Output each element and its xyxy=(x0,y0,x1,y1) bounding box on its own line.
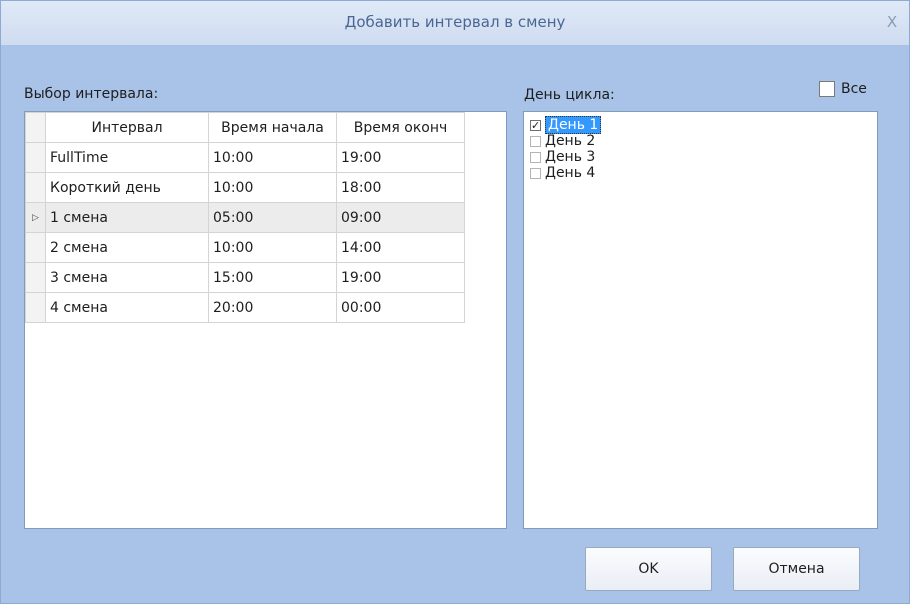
end-time-cell[interactable]: 19:00 xyxy=(336,142,465,173)
table-row[interactable]: 4 смена 20:00 00:00 xyxy=(25,292,465,323)
checkbox-box[interactable] xyxy=(530,151,541,163)
select-all-checkbox[interactable]: Все xyxy=(819,81,867,97)
checkmark-icon[interactable]: ✓ xyxy=(530,119,541,131)
row-indicator xyxy=(25,232,46,263)
row-indicator xyxy=(25,142,46,173)
table-row[interactable]: FullTime 10:00 19:00 xyxy=(25,142,465,173)
interval-cell[interactable]: 2 смена xyxy=(45,232,209,263)
row-indicator xyxy=(25,172,46,203)
ok-button[interactable]: OK xyxy=(585,547,712,591)
dialog-window: Добавить интервал в смену X Выбор интерв… xyxy=(0,0,910,604)
current-row-arrow-icon: ▷ xyxy=(25,202,46,233)
end-time-cell[interactable]: 14:00 xyxy=(336,232,465,263)
interval-cell[interactable]: 4 смена xyxy=(45,292,209,323)
checkbox-box[interactable] xyxy=(530,135,541,147)
list-item-label[interactable]: День 1 xyxy=(545,116,602,134)
list-item-label[interactable]: День 4 xyxy=(545,165,595,181)
list-item[interactable]: День 3 xyxy=(530,149,877,165)
close-button[interactable]: X xyxy=(881,11,903,33)
dialog-title: Добавить интервал в смену xyxy=(344,13,566,31)
table-row[interactable]: Короткий день 10:00 18:00 xyxy=(25,172,465,203)
column-header-end-time[interactable]: Время оконч xyxy=(336,112,465,143)
checkbox-box[interactable] xyxy=(819,81,835,97)
grid-header-row: Интервал Время начала Время оконч xyxy=(25,112,465,143)
checkbox-box[interactable] xyxy=(530,167,541,179)
list-item[interactable]: День 2 xyxy=(530,133,877,149)
list-item-label[interactable]: День 2 xyxy=(545,133,595,149)
row-indicator xyxy=(25,292,46,323)
end-time-cell[interactable]: 18:00 xyxy=(336,172,465,203)
list-item-label[interactable]: День 3 xyxy=(545,149,595,165)
start-time-cell[interactable]: 05:00 xyxy=(208,202,337,233)
end-time-cell[interactable]: 09:00 xyxy=(336,202,465,233)
start-time-cell[interactable]: 10:00 xyxy=(208,172,337,203)
column-header-interval[interactable]: Интервал xyxy=(45,112,209,143)
cycle-day-label: День цикла: xyxy=(524,87,615,103)
interval-cell[interactable]: 1 смена xyxy=(45,202,209,233)
end-time-cell[interactable]: 00:00 xyxy=(336,292,465,323)
grid-corner-cell xyxy=(25,112,46,143)
list-item[interactable]: День 4 xyxy=(530,165,877,181)
row-indicator xyxy=(25,262,46,293)
list-item[interactable]: ✓ День 1 xyxy=(530,116,877,134)
start-time-cell[interactable]: 10:00 xyxy=(208,232,337,263)
cancel-button[interactable]: Отмена xyxy=(733,547,860,591)
start-time-cell[interactable]: 15:00 xyxy=(208,262,337,293)
interval-select-label: Выбор интервала: xyxy=(24,86,159,102)
interval-cell[interactable]: Короткий день xyxy=(45,172,209,203)
interval-grid[interactable]: Интервал Время начала Время оконч FullTi… xyxy=(24,111,507,529)
table-row[interactable]: 2 смена 10:00 14:00 xyxy=(25,232,465,263)
table-row[interactable]: 3 смена 15:00 19:00 xyxy=(25,262,465,293)
start-time-cell[interactable]: 10:00 xyxy=(208,142,337,173)
end-time-cell[interactable]: 19:00 xyxy=(336,262,465,293)
interval-cell[interactable]: 3 смена xyxy=(45,262,209,293)
cycle-day-checklist[interactable]: ✓ День 1 День 2 День 3 День 4 xyxy=(523,111,878,529)
column-header-start-time[interactable]: Время начала xyxy=(208,112,337,143)
title-bar: Добавить интервал в смену X xyxy=(1,1,909,45)
select-all-label[interactable]: Все xyxy=(841,81,867,97)
start-time-cell[interactable]: 20:00 xyxy=(208,292,337,323)
interval-cell[interactable]: FullTime xyxy=(45,142,209,173)
table-row-selected[interactable]: ▷ 1 смена 05:00 09:00 xyxy=(25,202,465,233)
